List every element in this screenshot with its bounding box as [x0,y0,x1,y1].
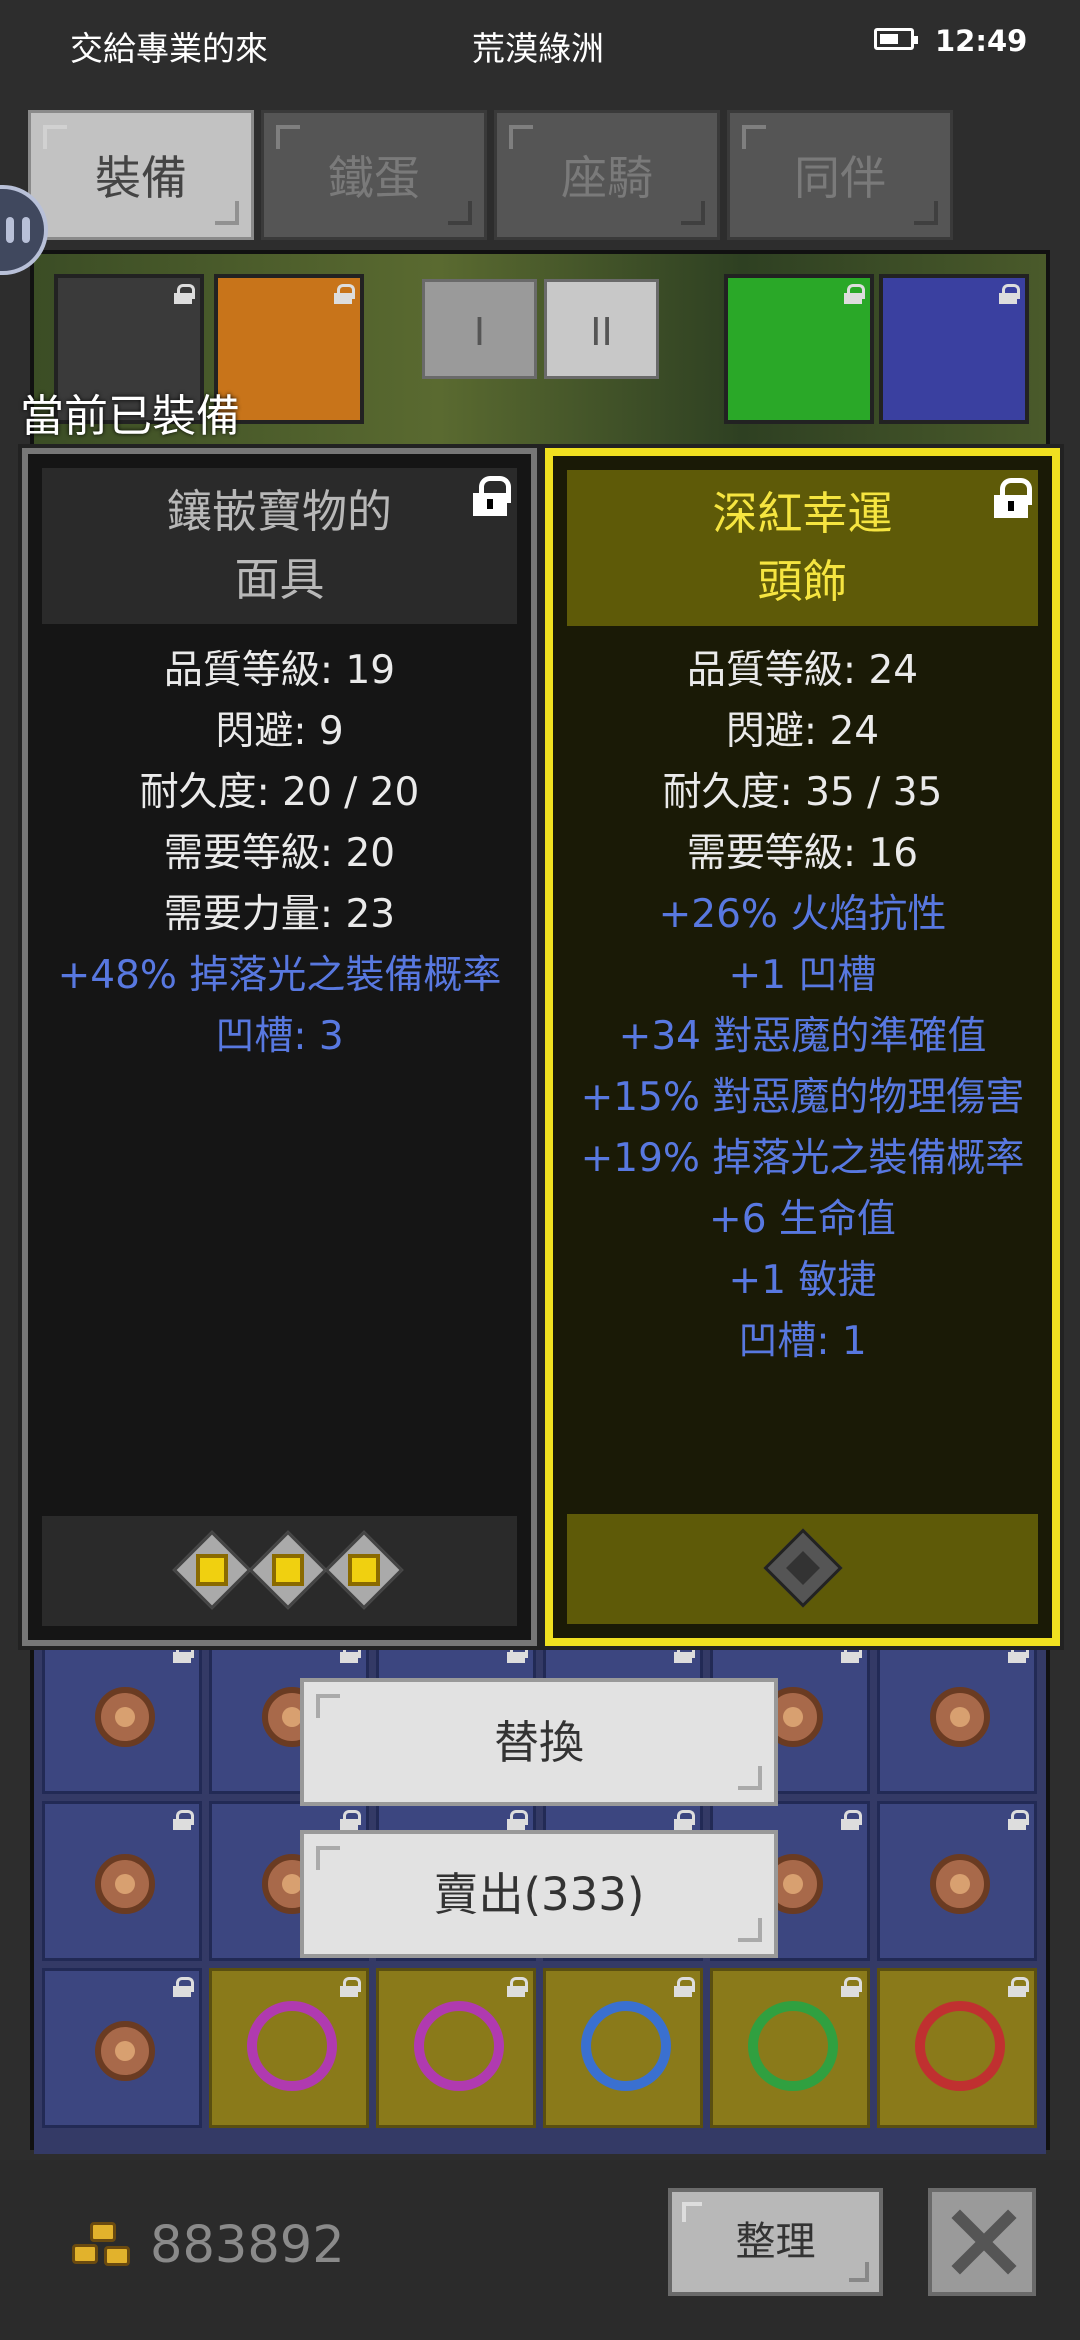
lock-icon[interactable] [473,476,511,516]
item-stats: 品質等級: 19 閃避: 9 耐久度: 20 / 20 需要等級: 20 需要力… [28,640,531,1067]
stat-line: +48% 掉落光之裝備概率 [57,953,502,998]
page-one-label: I [473,310,486,354]
item-name: 深紅幸運 頭飾 [567,470,1038,626]
item-stats: 品質等級: 24 閃避: 24 耐久度: 35 / 35 需要等級: 16 +2… [553,640,1052,1372]
sell-button[interactable]: 賣出(333) [300,1830,778,1958]
rune-item-icon [95,1854,155,1914]
inventory-cell[interactable] [376,1968,536,2128]
yellow-gem-icon [172,1530,252,1610]
socket-row [42,1516,517,1626]
lock-icon [844,284,865,304]
inventory-cell[interactable] [877,1634,1037,1794]
selected-item-card: 深紅幸運 頭飾 品質等級: 24 閃避: 24 耐久度: 35 / 35 需要等… [541,444,1064,1650]
item-name-line1: 鑲嵌寶物的 [166,485,392,538]
stat-line: 需要力量: 23 [163,892,396,937]
stat-line: 耐久度: 20 / 20 [139,770,420,815]
close-icon[interactable] [928,2188,1036,2296]
page-two-button[interactable]: II [544,279,659,379]
tab-label: 座騎 [561,151,653,205]
rune-item-icon [930,1687,990,1747]
inventory-cell[interactable] [710,1968,870,2128]
tab-label: 同伴 [794,151,886,205]
item-name-line2: 面具 [234,553,325,606]
stat-line: 凹槽: 1 [738,1319,867,1364]
equipped-item-card: 鑲嵌寶物的 面具 品質等級: 19 閃避: 9 耐久度: 20 / 20 需要等… [18,444,541,1650]
stat-line: +26% 火焰抗性 [658,892,947,937]
yellow-gem-icon [324,1530,404,1610]
ring-item-icon [915,2001,1005,2091]
sell-label: 賣出(333) [433,1868,645,1921]
replace-label: 替換 [493,1716,584,1769]
inventory-cell[interactable] [42,1968,202,2128]
lock-icon[interactable] [994,478,1032,518]
item-name: 鑲嵌寶物的 面具 [42,468,517,624]
tab-equipment[interactable]: 裝備 [28,110,254,240]
empty-socket-icon [763,1528,843,1608]
socket-row [567,1514,1038,1624]
stat-line: 閃避: 9 [215,709,344,754]
status-center-text: 荒漠綠洲 [472,29,604,68]
equip-slot-amulet[interactable] [879,274,1029,424]
page-one-button[interactable]: I [422,279,537,379]
stat-line: 品質等級: 19 [163,648,396,693]
sort-button[interactable]: 整理 [668,2188,883,2296]
sort-label: 整理 [735,2219,816,2265]
stat-line: 耐久度: 35 / 35 [662,770,943,815]
stat-line: 閃避: 24 [725,709,880,754]
ring-item-icon [414,2001,504,2091]
tab-iron-egg[interactable]: 鐵蛋 [261,110,487,240]
inventory-cell[interactable] [877,1801,1037,1961]
inventory-cell[interactable] [543,1968,703,2128]
tab-label: 裝備 [95,151,187,205]
lock-icon [999,284,1020,304]
stat-line: 需要等級: 16 [686,831,919,876]
stat-line: +19% 掉落光之裝備概率 [580,1136,1025,1181]
inventory-cell[interactable] [42,1801,202,1961]
gold-coins-icon [72,2222,134,2272]
status-bar: 交給專業的來 荒漠綠洲 12:49 [0,0,1080,90]
inventory-cell[interactable] [42,1634,202,1794]
inventory-cell[interactable] [209,1968,369,2128]
inventory-cell[interactable] [877,1968,1037,2128]
ring-item-icon [748,2001,838,2091]
tab-companion[interactable]: 同伴 [727,110,953,240]
yellow-gem-icon [248,1530,328,1610]
rune-item-icon [95,1687,155,1747]
stat-line: 品質等級: 24 [686,648,919,693]
currently-equipped-label: 當前已裝備 [20,391,240,442]
stat-line: +1 凹槽 [728,953,877,998]
tab-mount[interactable]: 座騎 [494,110,720,240]
item-name-line2: 頭飾 [757,555,848,608]
ring-item-icon [247,2001,337,2091]
item-name-line1: 深紅幸運 [712,487,893,540]
stat-line: 凹槽: 3 [215,1014,344,1059]
tab-label: 鐵蛋 [328,151,420,205]
replace-button[interactable]: 替換 [300,1678,778,1806]
lock-icon [334,284,355,304]
rune-item-icon [95,2021,155,2081]
stat-line: 需要等級: 20 [163,831,396,876]
gold-amount: 883892 [150,2216,345,2275]
status-left-text: 交給專業的來 [70,29,268,68]
stat-line: +15% 對惡魔的物理傷害 [580,1075,1025,1120]
equip-slot-armor[interactable] [724,274,874,424]
lock-icon [174,284,195,304]
page-two-label: II [590,310,613,354]
stat-line: +6 生命值 [709,1197,896,1242]
battery-icon [874,28,918,50]
stat-line: +1 敏捷 [728,1258,877,1303]
status-time: 12:49 [935,24,1028,58]
rune-item-icon [930,1854,990,1914]
ring-item-icon [581,2001,671,2091]
stat-line: +34 對惡魔的準確值 [618,1014,987,1059]
